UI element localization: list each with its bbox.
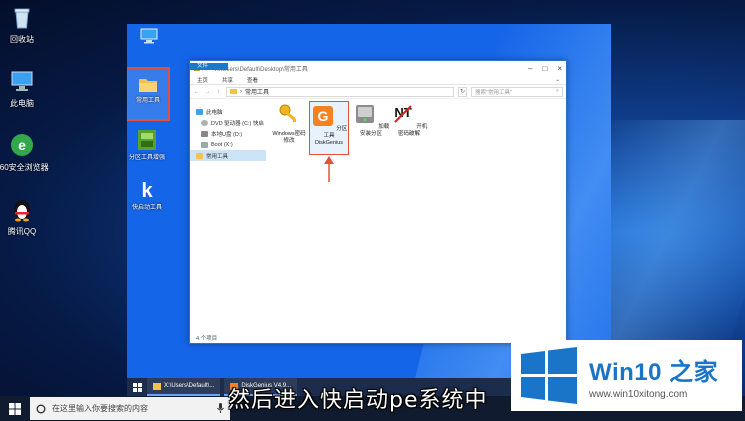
close-button[interactable]: × [557,64,562,73]
nav-item-tools-folder[interactable]: 常用工具 [190,150,266,161]
file-label: Windows密码修改 [272,131,306,144]
nav-item-label: 常用工具 [206,153,229,160]
tab-view[interactable]: 查看 [240,75,265,84]
explorer-body: 此电脑 DVD 驱动器 (C:) 快启 本地U盘 (D:) Boot (X:) … [190,100,566,333]
address-row: ← → ↑ › 常用工具 ↻ 搜索"常用工具" ⌕ [190,85,566,99]
nav-item-this-pc[interactable]: 此电脑 [190,106,266,117]
folder-icon [139,79,157,92]
file-label: 分区工具DiskGenius [314,126,348,146]
taskbar-item-explorer[interactable]: X:\Users\Default\... [147,378,221,396]
refresh-icon[interactable]: ↻ [458,86,467,97]
drive-icon [201,141,208,148]
folder-icon [153,382,161,390]
site-watermark: Win10 之家 www.win10xitong.com [511,340,742,411]
vm-icon-label: 分区工具增强 [128,155,165,161]
navigation-pane: 此电脑 DVD 驱动器 (C:) 快启 本地U盘 (D:) Boot (X:) … [190,100,266,333]
usb-drive-icon [201,130,208,137]
nt-password-icon: NT [394,105,411,123]
item-count: 4 个项目 [196,336,218,342]
partition-tool-icon [138,130,156,150]
desktop-icon-qq[interactable]: 腾讯QQ [0,196,52,237]
browser-360-icon: e [11,134,33,156]
diskgenius-icon: G [312,106,333,126]
back-arrow-icon[interactable]: ← [193,89,200,95]
ribbon-tabs: 文件 主页 共享 查看 ⌄ [190,63,566,85]
taskbar-search-placeholder: 在这里输入你要搜索的内容 [52,404,148,413]
tab-home[interactable]: 主页 [190,75,215,84]
search-placeholder: 搜索"常用工具" [475,89,512,96]
file-item-mount-partition[interactable]: 加载安装分区 [352,102,390,138]
watermark-brand-name: Win10 [589,358,662,386]
minimize-button[interactable]: – [528,64,532,73]
vm-desktop-icon-computer[interactable] [129,26,169,48]
search-input[interactable]: 搜索"常用工具" ⌕ [471,86,563,97]
k-tool-icon: k [141,180,153,202]
computer-icon [140,28,158,44]
vm-desktop-icon-partition[interactable]: 分区工具增强 [127,128,167,162]
vm-desktop-icon-k-tool[interactable]: k 快启动工具 [127,178,167,212]
vm-icon-label: 常用工具 [135,98,160,104]
search-icon: ⌕ [555,88,559,94]
cortana-circle-icon [36,404,46,413]
windows-start-icon[interactable] [127,378,147,396]
recycle-bin-icon [14,8,30,29]
file-item-diskgenius[interactable]: G 分区工具DiskGenius [309,101,349,155]
desktop-icon-this-pc[interactable]: 此电脑 [0,68,52,109]
vm-desktop-icon-tools-folder[interactable]: 常用工具 [127,67,170,121]
svg-text:e: e [18,137,26,153]
tab-file[interactable]: 文件 [190,63,228,70]
window-controls: – □ × [528,64,562,73]
watermark-brand: Win10 之家 [589,352,718,387]
nav-item-label: 本地U盘 (D:) [211,131,243,138]
folder-icon [230,89,237,94]
file-item-nt-password[interactable]: NT 开机密码破解 [390,102,428,138]
dvd-drive-icon [201,119,208,126]
nav-item-label: Boot (X:) [211,141,233,148]
status-bar: 4 个项目 [190,333,566,343]
breadcrumb-chevron-icon: › [240,88,242,95]
up-arrow-icon[interactable]: ↑ [215,89,222,95]
desktop-icon-360-browser[interactable]: e 360安全浏览器 [0,132,52,173]
chevron-down-icon[interactable]: ⌄ [549,75,566,84]
microphone-icon[interactable] [217,402,224,415]
desktop-icon-label: 回收站 [10,35,34,44]
desktop-icon-label: 360安全浏览器 [0,163,49,172]
file-explorer-window: | | X:\Users\Default\Desktop\常用工具 – □ × … [189,60,567,344]
computer-icon [196,108,203,115]
windows-logo-icon [521,346,577,404]
windows-start-icon[interactable] [0,396,30,421]
taskbar-item-label: X:\Users\Default\... [164,383,215,389]
address-text: 常用工具 [245,90,270,96]
svg-text:G: G [317,108,328,124]
nav-item-label: 此电脑 [206,109,223,116]
file-list: Windows密码修改 G 分区工具DiskGenius 加载安装分区 NT 开… [266,100,566,333]
nav-item-dvd-drive[interactable]: DVD 驱动器 (C:) 快启 [190,117,266,128]
svg-text:k: k [141,180,153,202]
desktop-icon-recycle-bin[interactable]: 回收站 [0,4,52,45]
forward-arrow-icon[interactable]: → [204,89,211,95]
qq-penguin-icon [14,200,30,222]
key-icon [279,104,296,122]
taskbar-search-input[interactable]: 在这里输入你要搜索的内容 [30,397,230,420]
computer-icon [11,71,33,91]
watermark-brand-suffix: 之家 [669,358,719,386]
disk-mount-icon [355,105,374,123]
watermark-url: www.win10xitong.com [589,388,688,400]
watermark-text: Win10 之家 www.win10xitong.com [589,352,718,400]
nav-item-usb-drive[interactable]: 本地U盘 (D:) [190,128,266,139]
desktop-icon-label: 此电脑 [10,99,34,108]
window-title: X:\Users\Default\Desktop\常用工具 [214,66,308,73]
annotation-arrow-icon [324,156,334,182]
window-titlebar: | | X:\Users\Default\Desktop\常用工具 – □ × [190,61,566,75]
maximize-button[interactable]: □ [542,64,547,73]
nav-item-label: DVD 驱动器 (C:) 快启 [211,120,264,127]
nav-item-boot-drive[interactable]: Boot (X:) [190,139,266,150]
file-item-windows-password[interactable]: Windows密码修改 [270,102,308,145]
video-subtitle: 然后进入快启动pe系统中 [228,388,488,413]
address-bar[interactable]: › 常用工具 [226,86,454,97]
vm-icon-label: 快启动工具 [131,205,162,211]
desktop-icon-label: 腾讯QQ [7,227,37,236]
tab-share[interactable]: 共享 [215,75,240,84]
folder-icon [196,152,203,159]
